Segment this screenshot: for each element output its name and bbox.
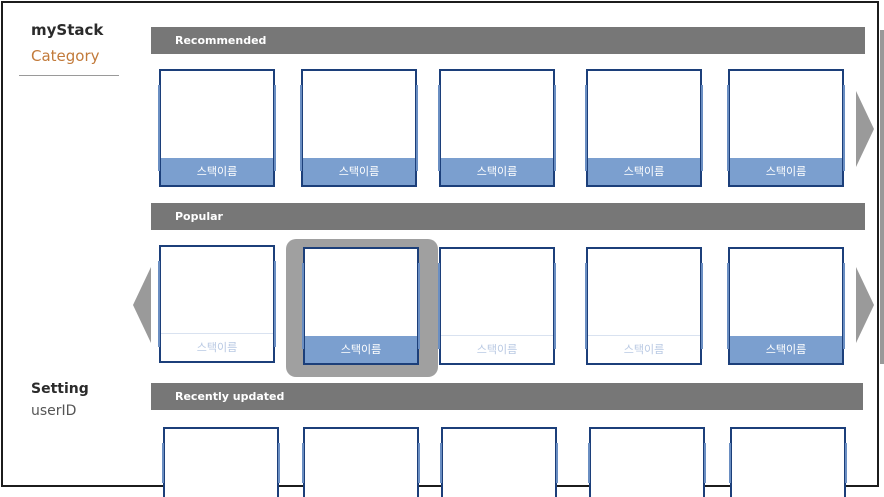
stack-name: 스택이름 [303, 158, 415, 185]
section-title: Popular [175, 210, 223, 223]
stack-card[interactable]: 스택이름 [300, 69, 418, 187]
app-brand[interactable]: myStack [31, 21, 103, 39]
stack-card[interactable]: 스택이름 [727, 69, 845, 187]
stack-name: 스택이름 [588, 158, 700, 185]
section-header-popular: Popular [151, 203, 865, 230]
stack-card[interactable] [440, 427, 558, 497]
section-header-recommended: Recommended [151, 27, 865, 54]
stack-name: 스택이름 [588, 335, 700, 363]
stack-card[interactable]: 스택이름 [727, 247, 845, 365]
user-id-label[interactable]: userID [31, 403, 76, 419]
category-link[interactable]: Category [31, 47, 100, 65]
sidebar-divider [19, 75, 119, 76]
stack-name: 스택이름 [161, 158, 273, 185]
section-header-recently-updated: Recently updated [151, 383, 863, 410]
next-arrow-icon[interactable] [856, 267, 874, 343]
stack-card[interactable]: 스택이름 [585, 69, 703, 187]
stack-card[interactable]: 스택이름 [585, 247, 703, 365]
stack-card[interactable] [729, 427, 847, 497]
stack-card[interactable]: 스택이름 [438, 69, 556, 187]
section-title: Recommended [175, 34, 267, 47]
stack-name: 스택이름 [441, 158, 553, 185]
setting-link[interactable]: Setting [31, 381, 89, 397]
stack-card[interactable] [302, 427, 420, 497]
scrollbar[interactable] [880, 30, 884, 364]
app-frame: myStack Category Setting userID Recommen… [1, 1, 879, 497]
stack-card[interactable]: 스택이름 [158, 69, 276, 187]
stack-name: 스택이름 [161, 333, 273, 361]
sidebar: myStack Category Setting userID [3, 3, 133, 485]
stack-card[interactable] [588, 427, 706, 497]
stack-name: 스택이름 [730, 158, 842, 185]
next-arrow-icon[interactable] [856, 91, 874, 167]
stack-card-selected[interactable]: 스택이름 [302, 247, 420, 365]
stack-card[interactable]: 스택이름 [158, 245, 276, 363]
stack-card[interactable]: 스택이름 [438, 247, 556, 365]
prev-arrow-icon[interactable] [133, 267, 151, 343]
section-title: Recently updated [175, 390, 285, 403]
stack-card[interactable] [162, 427, 280, 497]
stack-name: 스택이름 [730, 336, 842, 363]
stack-name: 스택이름 [305, 336, 417, 363]
stack-name: 스택이름 [441, 335, 553, 363]
